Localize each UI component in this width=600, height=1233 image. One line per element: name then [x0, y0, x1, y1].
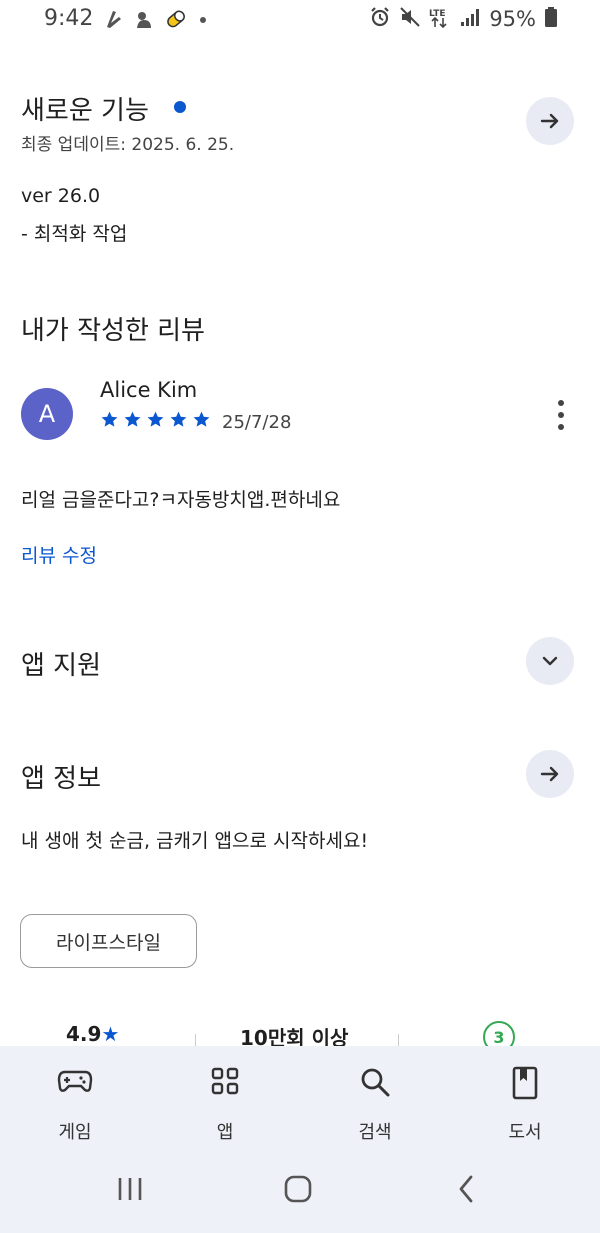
nav-item-games[interactable]: 게임 [15, 1046, 135, 1152]
edit-review-link[interactable]: 리뷰 수정 [21, 541, 97, 568]
rating-value: 4.9 [66, 1022, 102, 1046]
bottom-nav: 게임 앱 검색 도서 [0, 1046, 600, 1152]
nav-item-apps[interactable]: 앱 [165, 1046, 285, 1152]
system-status-icons: LTE 95% [369, 6, 558, 32]
back-button[interactable] [454, 1174, 478, 1204]
status-bar: 9:42 LTE 95% [0, 0, 600, 42]
whats-new-arrow-button[interactable] [526, 97, 574, 145]
whats-new-title: 새로운 기능 [21, 96, 149, 126]
nav-label-search: 검색 [358, 1122, 392, 1143]
category-chip-label: 라이프스타일 [56, 931, 161, 954]
avatar-letter: A [38, 400, 56, 428]
lte-icon: LTE [429, 6, 451, 32]
book-icon [511, 1066, 539, 1100]
battery-icon [544, 6, 558, 32]
alarm-icon [369, 6, 391, 32]
last-updated: 최종 업데이트: 2025. 6. 25. [21, 135, 235, 155]
more-dot-icon [558, 400, 564, 406]
dot-icon [198, 8, 208, 30]
downloads-stat: 10만회 이상 [240, 1026, 349, 1048]
nav-item-search[interactable]: 검색 [315, 1046, 435, 1152]
gesture-icon [104, 8, 124, 30]
nav-item-books[interactable]: 도서 [465, 1046, 585, 1152]
star-icon [100, 410, 119, 429]
more-options-button[interactable] [550, 398, 572, 432]
my-review-heading: 내가 작성한 리뷰 [21, 316, 205, 346]
status-time: 9:42 [44, 6, 94, 31]
app-info-title: 앱 정보 [21, 764, 102, 794]
new-indicator-dot [174, 101, 186, 113]
mute-icon [399, 6, 421, 32]
nav-label-games: 게임 [58, 1122, 92, 1143]
app-support-expand-button[interactable] [526, 637, 574, 685]
more-dot-icon [558, 412, 564, 418]
app-info-arrow-button[interactable] [526, 750, 574, 798]
version-text: ver 26.0 [21, 185, 101, 207]
search-icon [359, 1066, 391, 1098]
home-button[interactable] [283, 1174, 313, 1204]
more-dot-icon [558, 424, 564, 430]
apps-grid-icon [210, 1066, 240, 1096]
recent-apps-button[interactable] [116, 1174, 144, 1204]
category-chip[interactable]: 라이프스타일 [20, 914, 197, 968]
chevron-down-icon [538, 649, 562, 673]
rating-stat: 4.9★ [66, 1022, 119, 1046]
arrow-right-icon [538, 109, 562, 133]
star-icon [146, 410, 165, 429]
avatar: A [21, 388, 73, 440]
system-nav-bar [0, 1152, 600, 1233]
svg-text:LTE: LTE [429, 9, 446, 19]
star-icon [192, 410, 211, 429]
cat-icon [134, 8, 154, 30]
notification-icons [104, 8, 208, 30]
battery-percent: 95% [489, 7, 536, 31]
app-description: 내 생애 첫 순금, 금캐기 앱으로 시작하세요! [21, 830, 369, 852]
rating-star-icon: ★ [101, 1022, 120, 1046]
star-icon [123, 410, 142, 429]
gamepad-icon [57, 1066, 93, 1096]
app-support-title: 앱 지원 [21, 651, 102, 681]
star-icon [169, 410, 188, 429]
review-text: 리얼 금을준다고?ㅋ자동방치앱.편하네요 [21, 489, 341, 511]
reviewer-name: Alice Kim [100, 378, 198, 402]
star-rating [100, 410, 211, 429]
signal-icon [459, 6, 481, 32]
arrow-right-icon [538, 762, 562, 786]
nav-label-books: 도서 [508, 1122, 542, 1143]
update-note: - 최적화 작업 [21, 223, 128, 245]
review-date: 25/7/28 [222, 412, 292, 433]
pill-icon [164, 8, 188, 30]
nav-label-apps: 앱 [216, 1122, 234, 1143]
